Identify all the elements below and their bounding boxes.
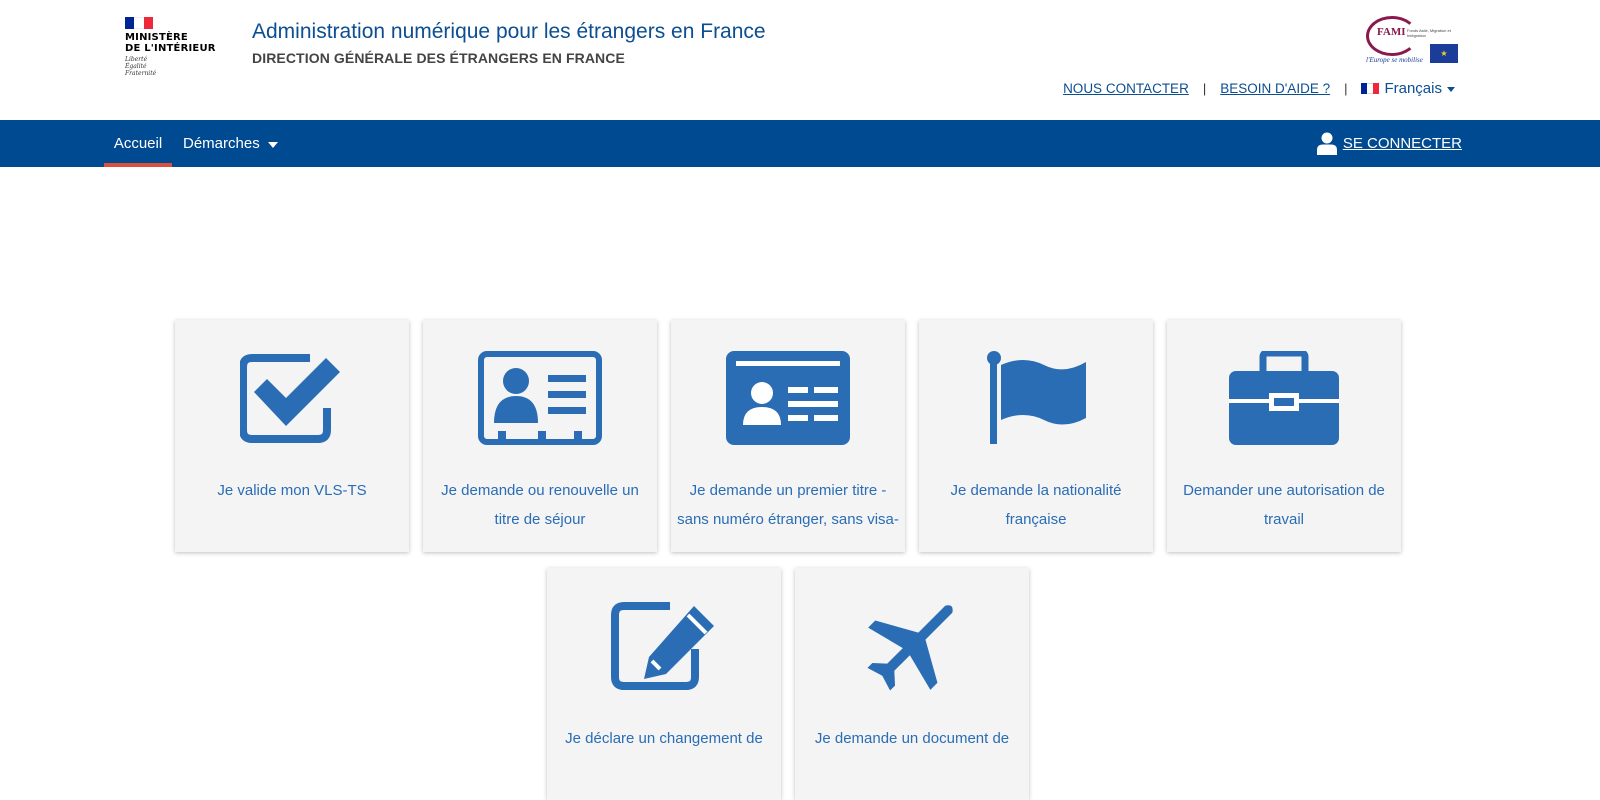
tile-label: Je déclare un changement de (565, 730, 763, 747)
tile-travel-document[interactable]: Je demande un document de (795, 568, 1029, 800)
tile-nationality[interactable]: Je demande la nationalité française (919, 320, 1153, 552)
procedure-tiles: Je valide mon VLS-TS Je demande ou renou… (0, 0, 1600, 800)
tile-label: Je valide mon VLS-TS (217, 482, 367, 499)
tile-label: Je demande un premier titre -sans numéro… (677, 482, 899, 528)
flag-icon (987, 351, 1086, 444)
tile-label: Je demande un document de (814, 730, 1010, 747)
id-card-icon (726, 351, 850, 445)
airplane-icon (867, 605, 953, 691)
tile-label: Demander une autorisation de travail (1183, 482, 1385, 528)
edit-icon (611, 602, 714, 690)
id-badge-icon (478, 351, 602, 445)
tile-residence-permit[interactable]: Je demande ou renouvelle un titre de séj… (423, 320, 657, 552)
tile-work-authorization[interactable]: Demander une autorisation de travail (1167, 320, 1401, 552)
tile-declare-change[interactable]: Je déclare un changement de (547, 568, 781, 800)
tile-first-permit[interactable]: Je demande un premier titre -sans numéro… (671, 320, 905, 552)
tile-label: Je demande la nationalité française (950, 482, 1122, 528)
tile-label: Je demande ou renouvelle un titre de séj… (441, 482, 639, 528)
checkbox-checked-icon (240, 354, 340, 443)
briefcase-icon (1229, 351, 1339, 445)
tile-validate-vls-ts[interactable]: Je valide mon VLS-TS (175, 320, 409, 552)
